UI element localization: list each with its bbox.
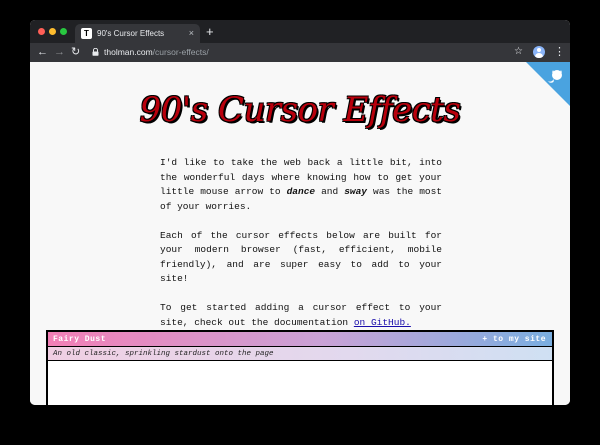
browser-menu-icon[interactable]: ⋮ [554,45,565,59]
page-title: 90's Cursor Effects [139,90,461,130]
browser-toolbar: ← → ↻ tholman.com/cursor-effects/ ☆ ⋮ [30,43,570,62]
bookmark-star-icon[interactable]: ☆ [514,45,523,59]
avatar-head [537,48,541,52]
lock-icon[interactable] [92,48,99,56]
url-host: tholman.com [104,47,153,57]
close-window-button[interactable] [38,28,45,35]
minimize-window-button[interactable] [49,28,56,35]
page-content: 90's Cursor Effects I'd like to take the… [30,62,570,405]
github-link[interactable]: on GitHub. [354,317,411,328]
reload-button[interactable]: ↻ [71,45,80,59]
intro-sway-word: sway [344,186,368,197]
profile-avatar-icon[interactable] [533,46,545,58]
avatar-body [535,53,543,58]
tab-cursor-effects[interactable]: T 90's Cursor Effects × [75,24,200,43]
add-to-site-button[interactable]: + to my site [482,335,546,344]
back-button[interactable]: ← [37,45,48,59]
effect-subheader: An old classic, sprinkling stardust onto… [48,347,552,361]
intro-text: I'd like to take the web back a little b… [160,156,442,345]
intro-paragraph-2: Each of the cursor effects below are bui… [160,229,442,285]
effect-title: Fairy Dust [53,335,107,344]
tab-bar: T 90's Cursor Effects × + [30,20,570,43]
intro-paragraph-3: To get started adding a cursor effect to… [160,301,442,330]
tab-close-icon[interactable]: × [189,27,194,39]
url-path: /cursor-effects/ [152,47,209,57]
browser-window: T 90's Cursor Effects × + ← → ↻ tholman.… [30,20,570,405]
forward-button[interactable]: → [54,45,65,59]
new-tab-button[interactable]: + [206,25,214,39]
intro-and-word: and [315,186,345,197]
effect-panel-header: Fairy Dust + to my site [48,332,552,347]
tab-favicon-icon: T [81,28,92,39]
address-bar[interactable]: tholman.com/cursor-effects/ [104,47,209,58]
intro-dance-word: dance [286,186,316,197]
effect-panel-fairy-dust[interactable]: Fairy Dust + to my site An old classic, … [46,330,554,405]
tab-title: 90's Cursor Effects [97,29,165,38]
maximize-window-button[interactable] [60,28,67,35]
intro-paragraph-1: I'd like to take the web back a little b… [160,156,442,214]
effect-description: An old classic, sprinkling stardust onto… [53,350,274,358]
